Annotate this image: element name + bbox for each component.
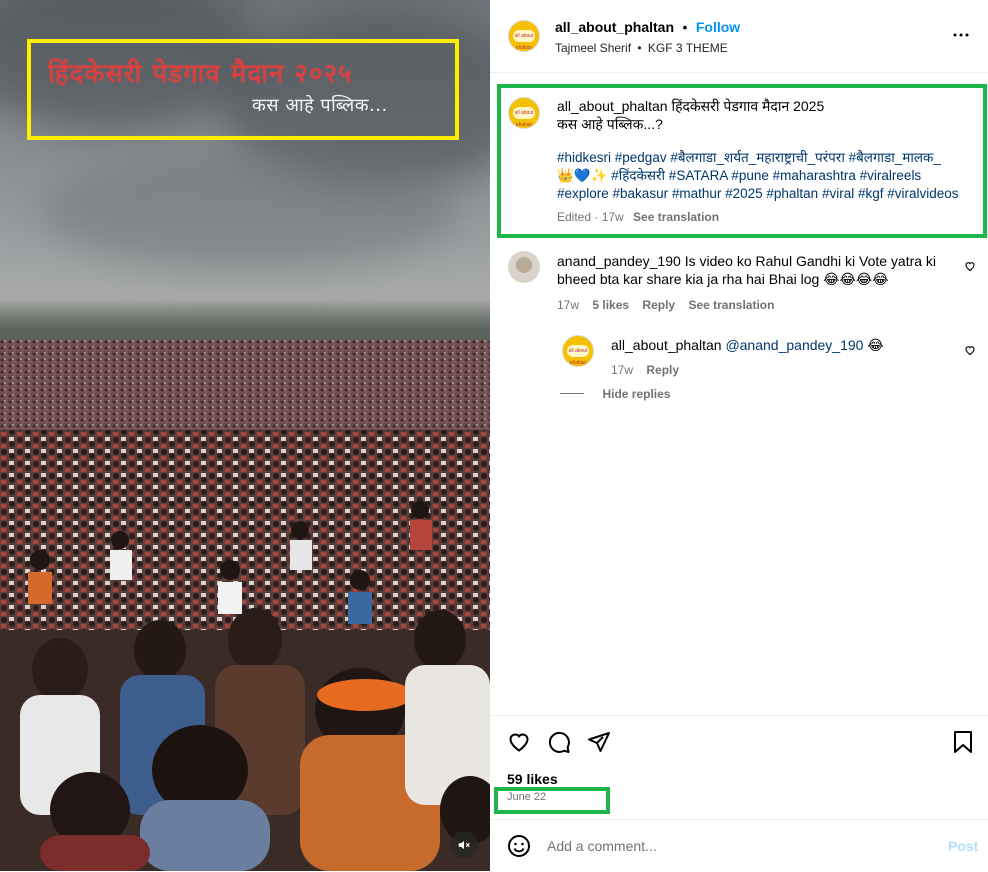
hashtags-line-1[interactable]: #hidkesri #pedgav #बैलगाडा_शर्यत_महाराष्…	[557, 149, 982, 167]
action-bar: 59 likes	[490, 715, 988, 787]
audio-attribution[interactable]: Tajmeel Sherif • KGF 3 THEME	[555, 41, 728, 55]
hide-replies-label: Hide replies	[602, 387, 671, 401]
avatar-logo-text: all about phaltan	[513, 30, 535, 51]
audio-track: KGF 3 THEME	[647, 41, 728, 55]
comment-1-time: 17w	[557, 298, 580, 312]
follow-button[interactable]: Follow	[696, 19, 740, 35]
bookmark-icon	[954, 731, 972, 753]
share-button[interactable]	[587, 730, 611, 759]
comment-2-line: all_about_phaltan @anand_pandey_190 😂	[611, 336, 884, 354]
comment-bubble-icon	[548, 731, 570, 753]
post-side-panel: all about phaltan all_about_phaltan • Fo…	[490, 0, 988, 871]
caption-line-1: all_about_phaltan हिंदकेसरी पेडगाव मैदान…	[557, 97, 982, 115]
comment-2-like-button[interactable]	[964, 343, 976, 361]
reel-video[interactable]: हिंदकेसरी पेडगाव मैदान २०२५ कस आहे पब्लि…	[0, 0, 490, 871]
crowd-illustration	[0, 340, 490, 871]
author-username[interactable]: all_about_phaltan	[555, 19, 674, 35]
audio-separator: •	[637, 41, 642, 55]
post-date: June 22	[507, 791, 547, 803]
comment-2: all_about_phaltan @anand_pandey_190 😂 17…	[611, 336, 884, 379]
caption-edited-time: Edited · 17w	[557, 210, 624, 224]
caption-see-translation[interactable]: See translation	[633, 210, 719, 224]
speaker-muted-icon	[458, 840, 470, 850]
caption-text-1: हिंदकेसरी पेडगाव मैदान 2025	[671, 98, 825, 114]
comment-1-username[interactable]: anand_pandey_190	[557, 253, 681, 269]
comment-input[interactable]: Add a comment...	[547, 838, 657, 854]
comment-2-meta: 17w Reply	[611, 361, 884, 379]
comment-2-reply-button[interactable]: Reply	[646, 363, 679, 377]
comment-2-mention[interactable]: @anand_pandey_190	[725, 337, 863, 353]
comment-1-line-1: anand_pandey_190 Is video ko Rahul Gandh…	[557, 252, 952, 270]
commenter-avatar[interactable]	[508, 251, 540, 283]
hashtags-line-3[interactable]: #explore #bakasur #mathur #2025 #phaltan…	[557, 185, 982, 203]
hide-replies-toggle[interactable]: Hide replies	[560, 385, 670, 403]
reply-avatar[interactable]: all about phaltan	[562, 335, 594, 367]
comment-1-meta: 17w 5 likes Reply See translation	[557, 296, 952, 314]
likes-count[interactable]: 59 likes	[507, 771, 558, 787]
avatar-logo-text: all about phaltan	[513, 107, 535, 128]
comment-1-like-button[interactable]	[964, 259, 976, 277]
comment-2-username[interactable]: all_about_phaltan	[611, 337, 722, 353]
comment-2-time: 17w	[611, 363, 634, 377]
caption-text-2: कस आहे पब्लिक...?	[557, 116, 663, 132]
avatar-logo-text: all about phaltan	[567, 345, 589, 366]
hashtags-line-2: 👑💙✨ #हिंदकेसरी #SATARA #pune #maharashtr…	[557, 167, 982, 185]
post-comment-button[interactable]: Post	[948, 838, 978, 854]
comment-1-emoji: 😂😂😂😂	[823, 271, 889, 287]
send-paper-plane-icon	[588, 732, 610, 752]
heart-outline-icon	[965, 262, 975, 272]
like-button[interactable]	[507, 730, 531, 759]
comment-1-reply-button[interactable]: Reply	[642, 298, 675, 312]
heart-outline-icon	[965, 346, 975, 356]
smiley-icon	[508, 835, 530, 857]
author-avatar[interactable]: all about phaltan	[508, 20, 540, 52]
heart-icon	[509, 733, 529, 752]
video-overlay-subtitle: कस आहे पब्लिक...	[252, 95, 388, 116]
instagram-post: हिंदकेसरी पेडगाव मैदान २०२५ कस आहे पब्लि…	[0, 0, 988, 871]
caption-emojis: 👑💙✨	[557, 168, 608, 183]
caption-username[interactable]: all_about_phaltan	[557, 98, 668, 114]
more-options-button[interactable]	[952, 26, 970, 49]
video-overlay-title: हिंदकेसरी पेडगाव मैदान २०२५	[48, 59, 353, 89]
comment-1-see-translation[interactable]: See translation	[688, 298, 774, 312]
comment-1-text-2: bheed bta kar share kia ja rha hai Bhai …	[557, 271, 820, 287]
comment-input-bar: Add a comment... Post	[490, 819, 988, 872]
hide-replies-line	[560, 393, 584, 395]
emoji-picker-button[interactable]	[507, 834, 531, 863]
post-header: all about phaltan all_about_phaltan • Fo…	[490, 0, 988, 73]
more-horizontal-icon	[953, 33, 969, 37]
caption-avatar[interactable]: all about phaltan	[508, 97, 540, 129]
header-name-row: all_about_phaltan • Follow	[555, 19, 740, 37]
comment-button[interactable]	[547, 730, 571, 759]
hashtags-line-2-text[interactable]: #हिंदकेसरी #SATARA #pune #maharashtra #v…	[611, 168, 921, 183]
comment-1-likes[interactable]: 5 likes	[592, 298, 629, 312]
separator-dot: •	[682, 19, 688, 35]
save-button[interactable]	[952, 730, 974, 759]
avatar-silhouette	[516, 257, 532, 273]
comment-1-text-1: Is video ko Rahul Gandhi ki Vote yatra k…	[684, 253, 937, 269]
comment-1-line-2: bheed bta kar share kia ja rha hai Bhai …	[557, 270, 952, 288]
comment-2-emoji: 😂	[867, 337, 884, 353]
audio-artist: Tajmeel Sherif	[555, 41, 632, 55]
caption-meta-row: Edited · 17w See translation	[557, 208, 982, 226]
cloud	[40, 150, 460, 270]
comment-1: anand_pandey_190 Is video ko Rahul Gandh…	[557, 252, 952, 314]
caption-block: all_about_phaltan हिंदकेसरी पेडगाव मैदान…	[557, 97, 982, 226]
mute-button[interactable]	[450, 831, 478, 859]
